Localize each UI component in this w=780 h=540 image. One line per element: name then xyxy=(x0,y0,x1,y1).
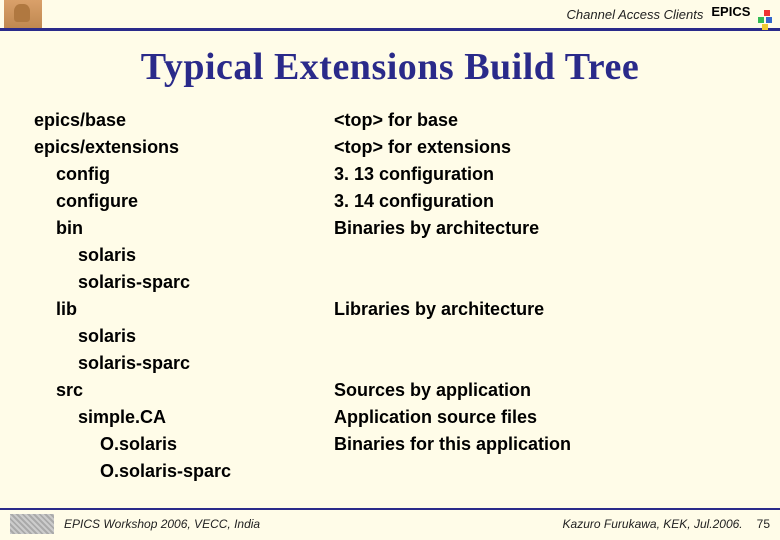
tree-right-item xyxy=(334,458,752,485)
tree-right-item: Application source files xyxy=(334,404,752,431)
tree-right-item xyxy=(334,242,752,269)
slide-header: Channel Access Clients EPICS xyxy=(0,0,780,31)
header-label: Channel Access Clients xyxy=(567,7,712,22)
tree-right-item xyxy=(334,350,752,377)
slide-title: Typical Extensions Build Tree xyxy=(0,45,780,89)
tree-left-item: configure xyxy=(34,188,334,215)
emblem-icon xyxy=(4,0,42,28)
tree-right-item: Binaries by architecture xyxy=(334,215,752,242)
tree-left-item: solaris xyxy=(34,323,334,350)
tree-left-item: bin xyxy=(34,215,334,242)
tree-right-item: Libraries by architecture xyxy=(334,296,752,323)
tree-right-item: 3. 14 configuration xyxy=(334,188,752,215)
tree-right-item xyxy=(334,269,752,296)
tree-left-item: simple.CA xyxy=(34,404,334,431)
tree-left-item: O.solaris xyxy=(34,431,334,458)
tree-left-item: solaris xyxy=(34,242,334,269)
tree-right-item: 3. 13 configuration xyxy=(334,161,752,188)
epics-logo-icon xyxy=(754,10,774,24)
tree-left-column: epics/baseepics/extensionsconfigconfigur… xyxy=(34,107,334,485)
tree-left-item: epics/extensions xyxy=(34,134,334,161)
tree-left-item: solaris-sparc xyxy=(34,350,334,377)
tree-right-item: <top> for extensions xyxy=(334,134,752,161)
tree-right-item: <top> for base xyxy=(334,107,752,134)
tree-right-item: Binaries for this application xyxy=(334,431,752,458)
tree-left-item: epics/base xyxy=(34,107,334,134)
tree-left-item: O.solaris-sparc xyxy=(34,458,334,485)
footer-page-number: 75 xyxy=(757,517,770,531)
footer-left-text: EPICS Workshop 2006, VECC, India xyxy=(64,517,260,531)
epics-logo: EPICS xyxy=(711,5,780,24)
footer-right-text: Kazuro Furukawa, KEK, Jul.2006. xyxy=(563,517,743,531)
slide-footer: EPICS Workshop 2006, VECC, India Kazuro … xyxy=(0,508,780,534)
tree-left-item: lib xyxy=(34,296,334,323)
tree-right-item xyxy=(334,323,752,350)
tree-right-item: Sources by application xyxy=(334,377,752,404)
slide-content: epics/baseepics/extensionsconfigconfigur… xyxy=(0,107,780,485)
tree-right-column: <top> for base<top> for extensions3. 13 … xyxy=(334,107,752,485)
tree-left-item: solaris-sparc xyxy=(34,269,334,296)
tree-left-item: src xyxy=(34,377,334,404)
tree-left-item: config xyxy=(34,161,334,188)
footer-thumbnail-icon xyxy=(10,514,54,534)
epics-logo-text: EPICS xyxy=(711,4,750,19)
